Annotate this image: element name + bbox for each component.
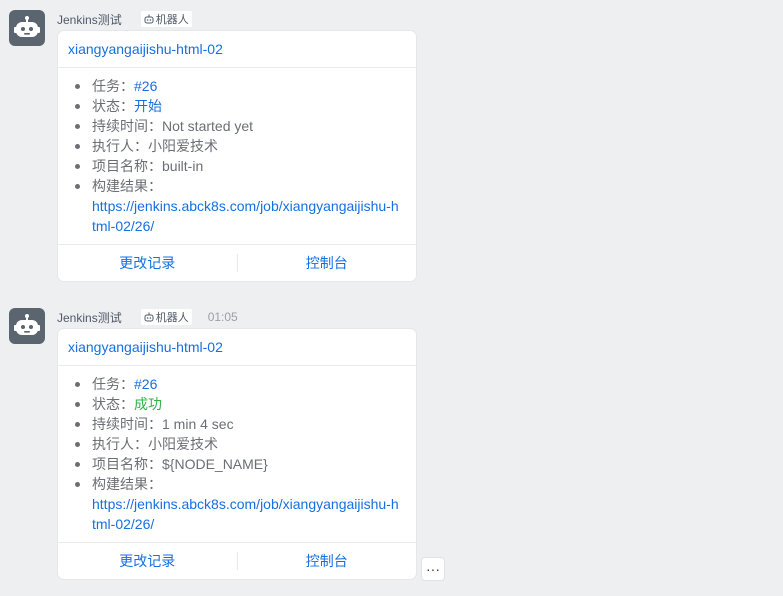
- robot-icon: [14, 314, 40, 335]
- build-card: xiangyangaijishu-html-02 任务：#26 状态：成功 持续…: [58, 329, 416, 579]
- field-result: 构建结果： https://jenkins.abck8s.com/job/xian…: [75, 176, 416, 236]
- avatar[interactable]: [9, 308, 45, 344]
- build-card: xiangyangaijishu-html-02 任务：#26 状态：开始 持续…: [58, 31, 416, 281]
- executor-value: 小阳爱技术: [148, 138, 218, 154]
- executor-value: 小阳爱技术: [148, 436, 218, 452]
- bot-tag: 机器人: [140, 11, 192, 27]
- task-number-link[interactable]: #26: [134, 78, 157, 94]
- field-duration: 持续时间：Not started yet: [75, 116, 416, 136]
- duration-value: Not started yet: [162, 118, 254, 134]
- field-status: 状态：成功: [75, 394, 416, 414]
- field-label: 构建结果：: [92, 476, 162, 492]
- field-executor: 执行人：小阳爱技术: [75, 434, 416, 454]
- build-result-link[interactable]: https://jenkins.abck8s.com/job/xiangyang…: [92, 494, 402, 534]
- field-label: 执行人：: [92, 436, 148, 452]
- bot-tag-label: 机器人: [155, 312, 189, 324]
- field-list: 任务：#26 状态：成功 持续时间：1 min 4 sec 执行人：小阳爱技术 …: [58, 366, 416, 534]
- changes-button[interactable]: 更改记录: [58, 253, 237, 273]
- field-label: 状态：: [92, 396, 134, 412]
- more-options-button[interactable]: ···: [422, 558, 444, 580]
- field-label: 状态：: [92, 98, 134, 114]
- message-meta: Jenkins测试 机器人 01:05: [57, 308, 238, 326]
- field-label: 项目名称：: [92, 456, 162, 472]
- field-project: 项目名称：built-in: [75, 156, 416, 176]
- avatar[interactable]: [9, 10, 45, 46]
- field-executor: 执行人：小阳爱技术: [75, 136, 416, 156]
- console-button[interactable]: 控制台: [238, 551, 417, 571]
- card-actions: 更改记录 控制台: [58, 542, 416, 579]
- robot-small-icon: [144, 14, 154, 24]
- sender-name[interactable]: Jenkins测试: [57, 11, 122, 28]
- build-result-link[interactable]: https://jenkins.abck8s.com/job/xiangyang…: [92, 196, 402, 236]
- bot-tag-label: 机器人: [155, 14, 189, 26]
- field-label: 项目名称：: [92, 158, 162, 174]
- field-duration: 持续时间：1 min 4 sec: [75, 414, 416, 434]
- project-value: built-in: [162, 158, 204, 174]
- field-label: 持续时间：: [92, 118, 162, 134]
- message-meta: Jenkins测试 机器人: [57, 10, 192, 28]
- bot-tag: 机器人: [140, 309, 192, 325]
- changes-button[interactable]: 更改记录: [58, 551, 237, 571]
- project-value: ${NODE_NAME}: [162, 456, 268, 472]
- message-time: 01:05: [207, 310, 238, 324]
- sender-name[interactable]: Jenkins测试: [57, 309, 122, 326]
- card-title-link[interactable]: xiangyangaijishu-html-02: [58, 329, 416, 366]
- card-title-link[interactable]: xiangyangaijishu-html-02: [58, 31, 416, 68]
- field-status: 状态：开始: [75, 96, 416, 116]
- task-number-link[interactable]: #26: [134, 376, 157, 392]
- console-button[interactable]: 控制台: [238, 253, 417, 273]
- status-value: 成功: [134, 396, 162, 412]
- robot-icon: [14, 16, 40, 37]
- status-value: 开始: [134, 98, 162, 114]
- card-actions: 更改记录 控制台: [58, 244, 416, 281]
- field-label: 构建结果：: [92, 178, 162, 194]
- field-result: 构建结果： https://jenkins.abck8s.com/job/xian…: [75, 474, 416, 534]
- robot-small-icon: [144, 312, 154, 322]
- field-label: 执行人：: [92, 138, 148, 154]
- field-task: 任务：#26: [75, 76, 416, 96]
- field-label: 任务：: [92, 78, 134, 94]
- field-task: 任务：#26: [75, 374, 416, 394]
- duration-value: 1 min 4 sec: [162, 416, 234, 432]
- field-label: 任务：: [92, 376, 134, 392]
- field-project: 项目名称：${NODE_NAME}: [75, 454, 416, 474]
- field-list: 任务：#26 状态：开始 持续时间：Not started yet 执行人：小阳…: [58, 68, 416, 236]
- field-label: 持续时间：: [92, 416, 162, 432]
